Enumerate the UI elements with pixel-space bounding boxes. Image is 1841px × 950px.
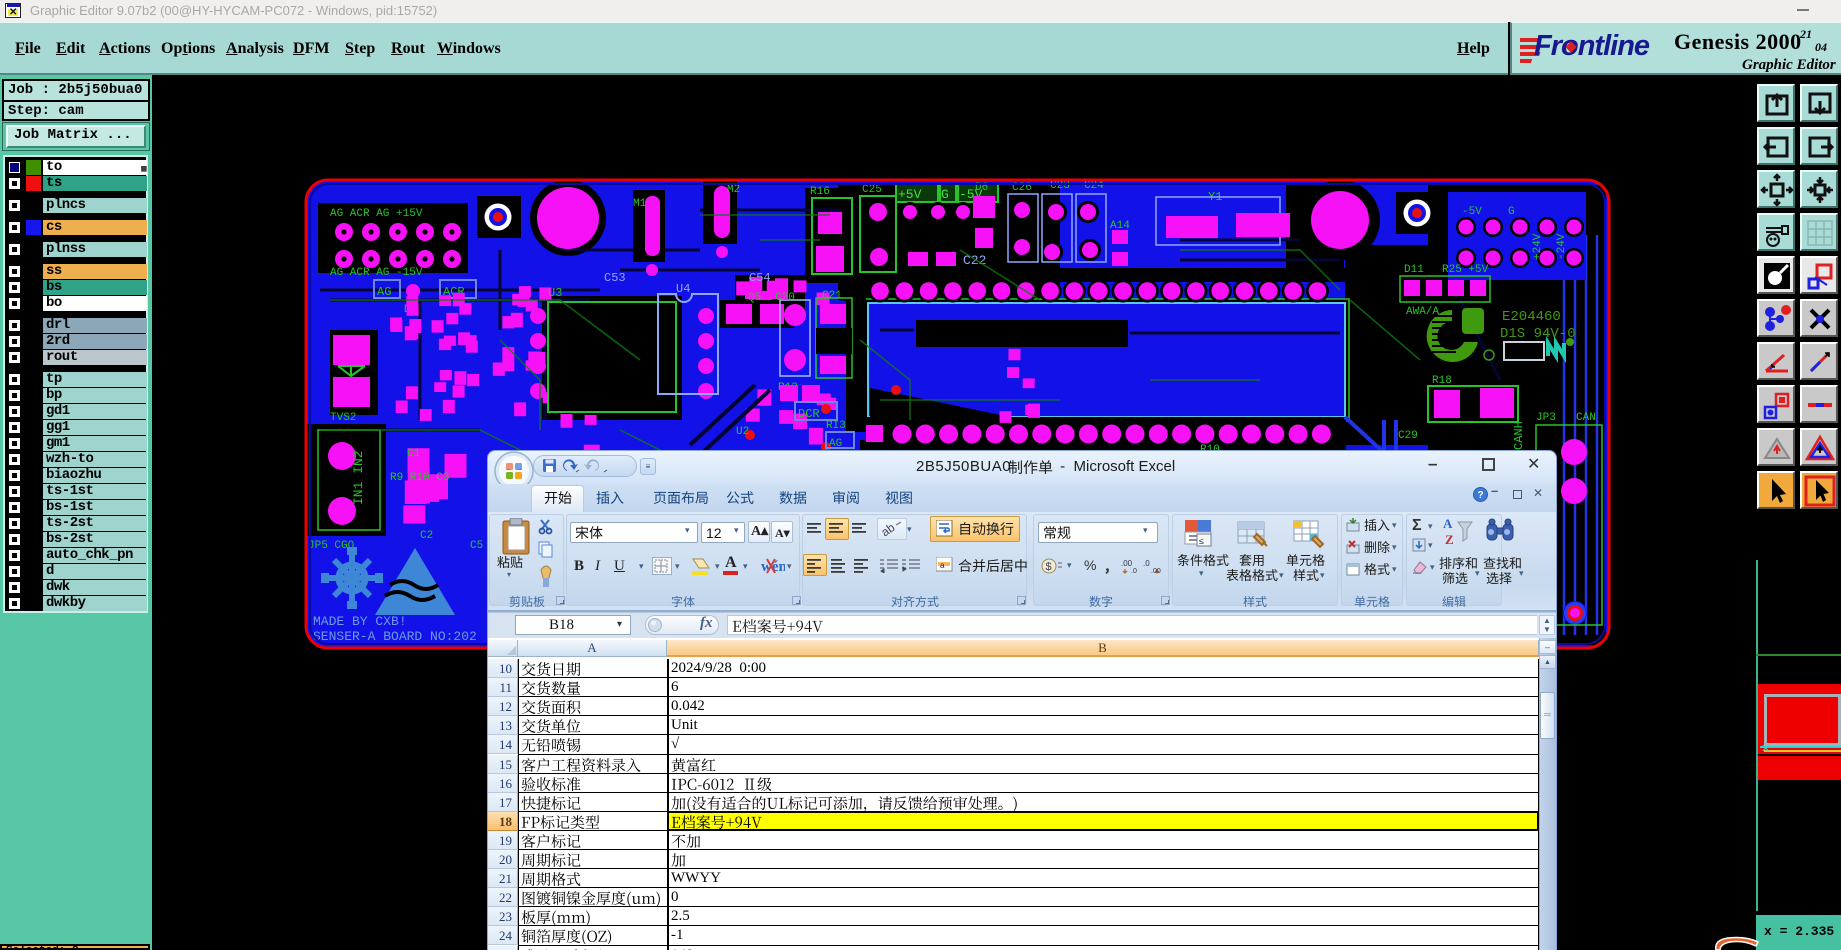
svg-text:R25 +5V: R25 +5V	[1442, 264, 1489, 276]
svg-text:C21: C21	[822, 290, 842, 302]
svg-text:AG: AG	[829, 438, 842, 450]
svg-text:C5: C5	[470, 540, 483, 552]
svg-text:DCR: DCR	[798, 407, 820, 421]
svg-text:.0: .0	[1131, 568, 1137, 575]
svg-text:Z: Z	[1445, 532, 1454, 547]
svg-text:$: $	[1046, 561, 1052, 573]
svg-text:ab: ab	[882, 521, 898, 538]
svg-text:SENSER-A BOARD NO:202: SENSER-A BOARD NO:202	[313, 629, 477, 644]
svg-text:≤: ≤	[1199, 536, 1204, 546]
svg-text:CANH: CANH	[1512, 421, 1526, 450]
svg-text:R16: R16	[810, 186, 830, 198]
svg-text:G: G	[1508, 206, 1515, 218]
svg-text:AG ACR AG +15V: AG ACR AG +15V	[330, 208, 423, 220]
svg-text:G: G	[941, 187, 949, 202]
svg-text:C23: C23	[1050, 180, 1070, 192]
svg-text:M1: M1	[633, 198, 647, 210]
svg-text:AG ACR AG -15V: AG ACR AG -15V	[330, 267, 423, 279]
svg-text:-24V: -24V	[1556, 233, 1568, 260]
svg-text:C25: C25	[862, 184, 882, 196]
svg-text:M2: M2	[727, 184, 740, 196]
svg-text:TVS2: TVS2	[330, 412, 356, 424]
svg-text:U4: U4	[676, 282, 690, 296]
svg-text:AG: AG	[377, 285, 391, 299]
svg-text:R9 R10 C3: R9 R10 C3	[390, 472, 449, 484]
svg-text:.00: .00	[1151, 568, 1161, 575]
svg-text:RI3: RI3	[826, 420, 846, 432]
svg-text:JP3: JP3	[1536, 412, 1556, 424]
svg-text:MADE BY CXB!: MADE BY CXB!	[313, 614, 407, 629]
svg-text:C1: C1	[407, 448, 421, 460]
svg-text:?: ?	[1477, 490, 1483, 501]
svg-text:C2: C2	[420, 530, 433, 542]
svg-text:.0: .0	[1143, 559, 1150, 568]
svg-text:+5V: +5V	[898, 187, 922, 202]
svg-text:C24: C24	[1084, 180, 1104, 192]
svg-text:C29: C29	[1398, 430, 1418, 442]
svg-text:-5V: -5V	[1462, 206, 1482, 218]
svg-text:D1S 94V-0: D1S 94V-0	[1500, 326, 1576, 342]
svg-text:Q5: Q5	[748, 292, 761, 304]
svg-text:C53: C53	[604, 271, 626, 285]
svg-text:U3: U3	[548, 286, 562, 300]
svg-text:E204460: E204460	[1502, 309, 1561, 325]
svg-text:A: A	[1443, 516, 1453, 531]
svg-text:IN1 IN2: IN1 IN2	[351, 450, 366, 505]
svg-text:.00: .00	[1121, 559, 1133, 568]
svg-text:D11: D11	[1404, 264, 1424, 276]
svg-text:CAN: CAN	[1576, 412, 1596, 424]
svg-text:C54: C54	[749, 271, 771, 285]
svg-text:+24V: +24V	[1532, 233, 1544, 260]
svg-text:C20: C20	[775, 292, 795, 304]
svg-text:U2: U2	[736, 426, 749, 438]
svg-text:a: a	[940, 561, 945, 570]
svg-text:C22: C22	[963, 253, 986, 268]
